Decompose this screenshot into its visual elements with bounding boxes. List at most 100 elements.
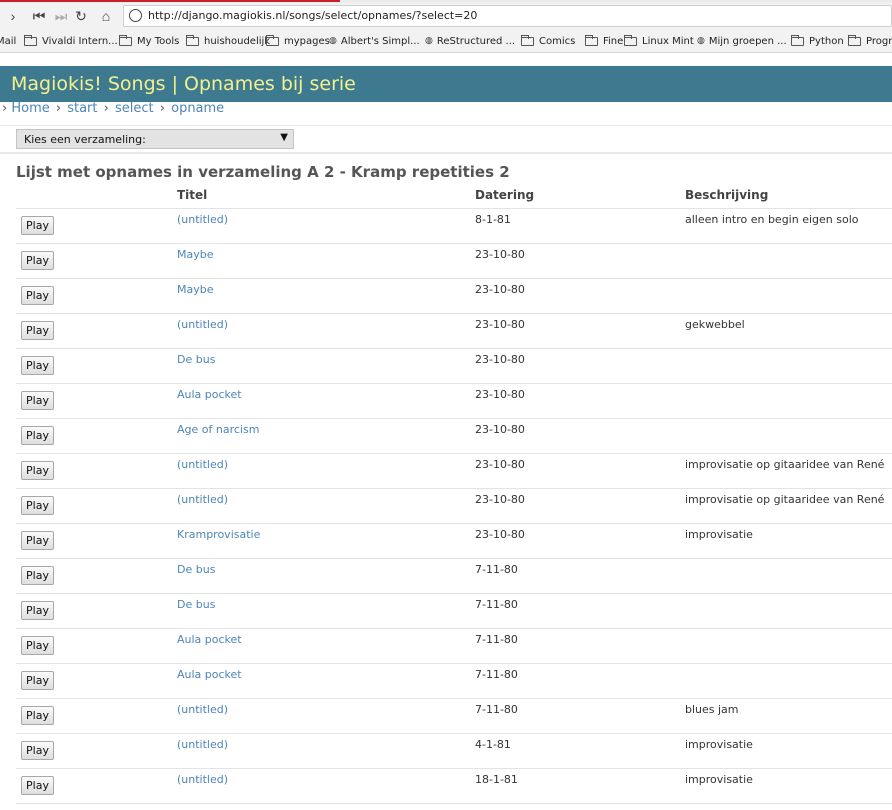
- play-button[interactable]: Play: [21, 741, 54, 760]
- folder-icon: [521, 34, 534, 46]
- play-button[interactable]: Play: [21, 636, 54, 655]
- recording-title-link[interactable]: (untitled): [177, 318, 228, 331]
- recording-title-link[interactable]: (untitled): [177, 458, 228, 471]
- table-row: Play De bus 7-11-80: [16, 558, 892, 593]
- bookmark-label: Mail: [0, 35, 17, 47]
- bookmark-item[interactable]: My Tools: [119, 33, 179, 49]
- recording-date: 23-10-80: [475, 283, 525, 296]
- recording-title-link[interactable]: (untitled): [177, 213, 228, 226]
- table-row: Play Aula pocket 7-11-80: [16, 663, 892, 698]
- play-button[interactable]: Play: [21, 391, 54, 410]
- play-button[interactable]: Play: [21, 566, 54, 585]
- breadcrumb-select-link[interactable]: select: [115, 101, 154, 116]
- play-button[interactable]: Play: [21, 496, 54, 515]
- bookmarks-bar: Mail Vivaldi Intern... My Tools huishoudeli…: [0, 30, 892, 53]
- site-header: Magiokis! Songs | Opnames bij serie: [0, 66, 892, 102]
- play-button[interactable]: Play: [21, 251, 54, 270]
- table-row: Play De bus 7-11-80: [16, 593, 892, 628]
- breadcrumb-start-link[interactable]: start: [67, 101, 97, 116]
- recording-date: 23-10-80: [475, 248, 525, 261]
- breadcrumb-home-link[interactable]: Home: [11, 101, 49, 116]
- recording-date: 7-11-80: [475, 563, 518, 576]
- divider: [0, 125, 892, 126]
- dropdown-arrow-icon: ▼: [280, 132, 288, 143]
- recording-title-link[interactable]: Maybe: [177, 283, 214, 296]
- fast-forward-icon[interactable]: ⏭: [52, 7, 70, 25]
- recording-description: improvisatie op gitaaridee van René: [685, 458, 885, 471]
- recording-title-link[interactable]: (untitled): [177, 493, 228, 506]
- bookmark-item[interactable]: Python: [791, 33, 844, 49]
- table-row: Play Aula pocket 7-11-80: [16, 628, 892, 663]
- recording-title-link[interactable]: (untitled): [177, 773, 228, 786]
- recording-date: 4-1-81: [475, 738, 511, 751]
- breadcrumb-separator: ›: [159, 101, 165, 116]
- play-button[interactable]: Play: [21, 531, 54, 550]
- bookmark-label: Fine: [603, 35, 624, 47]
- recording-title-link[interactable]: Aula pocket: [177, 633, 242, 646]
- forward-icon[interactable]: ›: [4, 7, 22, 25]
- recording-title-link[interactable]: Aula pocket: [177, 388, 242, 401]
- breadcrumb-opname-link[interactable]: opname: [171, 101, 224, 116]
- folder-icon: [791, 34, 804, 46]
- table-row: Play (untitled) 8-1-81 alleen intro en begi…: [16, 208, 892, 243]
- recording-date: 23-10-80: [475, 423, 525, 436]
- bookmark-item[interactable]: Comics: [521, 33, 575, 49]
- bookmark-item[interactable]: Vivaldi Intern...: [24, 33, 118, 49]
- recording-title-link[interactable]: Aula pocket: [177, 668, 242, 681]
- recording-date: 23-10-80: [475, 353, 525, 366]
- recording-description: improvisatie op gitaaridee van René: [685, 493, 885, 506]
- recording-title-link[interactable]: Maybe: [177, 248, 214, 261]
- table-row: Play Kramprovisatie 23-10-80 improvisatie: [16, 523, 892, 558]
- collection-select[interactable]: Kies een verzameling: ▼: [16, 129, 294, 149]
- site-info-icon[interactable]: [129, 9, 142, 22]
- bookmark-item[interactable]: ◍ Albert's Simpl...: [329, 33, 420, 49]
- bookmark-item[interactable]: Progra: [848, 33, 892, 49]
- browser-toolbar: › ⏮ ⏭ ↻ ⌂ http://django.magiokis.nl/song…: [0, 3, 892, 30]
- recording-title-link[interactable]: Kramprovisatie: [177, 528, 260, 541]
- play-button[interactable]: Play: [21, 321, 54, 340]
- play-button[interactable]: Play: [21, 426, 54, 445]
- bookmark-item[interactable]: Fine: [585, 33, 623, 49]
- active-tab-indicator: [0, 0, 340, 2]
- recording-title-link[interactable]: De bus: [177, 598, 215, 611]
- play-button[interactable]: Play: [21, 286, 54, 305]
- play-button[interactable]: Play: [21, 356, 54, 375]
- recording-date: 23-10-80: [475, 318, 525, 331]
- play-button[interactable]: Play: [21, 671, 54, 690]
- recording-title-link[interactable]: (untitled): [177, 738, 228, 751]
- recording-description: improvisatie: [685, 738, 753, 751]
- reload-icon[interactable]: ↻: [72, 7, 90, 25]
- bookmark-item[interactable]: ◍ Mijn groepen ...: [697, 33, 787, 49]
- rewind-icon[interactable]: ⏮: [30, 7, 48, 25]
- home-icon[interactable]: ⌂: [97, 7, 115, 25]
- folder-icon: [119, 34, 132, 46]
- address-bar[interactable]: http://django.magiokis.nl/songs/select/o…: [123, 5, 892, 27]
- play-button[interactable]: Play: [21, 706, 54, 725]
- folder-icon: [266, 34, 279, 46]
- play-button[interactable]: Play: [21, 216, 54, 235]
- breadcrumb: › Home › start › select › opname: [2, 101, 224, 116]
- recording-title-link[interactable]: Age of narcism: [177, 423, 259, 436]
- recording-title-link[interactable]: (untitled): [177, 703, 228, 716]
- recording-date: 7-11-80: [475, 668, 518, 681]
- play-button[interactable]: Play: [21, 776, 54, 795]
- bookmark-item[interactable]: ◍ ReStructured ...: [425, 33, 515, 49]
- bookmark-label: Progra: [866, 35, 892, 47]
- play-button[interactable]: Play: [21, 601, 54, 620]
- bookmark-label: Vivaldi Intern...: [42, 35, 118, 47]
- play-button[interactable]: Play: [21, 461, 54, 480]
- recording-date: 23-10-80: [475, 528, 525, 541]
- bookmark-item[interactable]: huishoudelijk: [186, 33, 270, 49]
- bookmark-label: ReStructured ...: [436, 35, 516, 47]
- recording-title-link[interactable]: De bus: [177, 353, 215, 366]
- list-heading: Lijst met opnames in verzameling A 2 - K…: [16, 163, 510, 181]
- bookmark-item[interactable]: Linux Mint: [624, 33, 694, 49]
- collection-select-label: Kies een verzameling:: [24, 133, 146, 146]
- bookmark-label: Python: [809, 35, 844, 47]
- table-row: Play (untitled) 23-10-80 improvisatie op gi…: [16, 488, 892, 523]
- bookmark-item[interactable]: Mail: [0, 33, 16, 49]
- address-url[interactable]: http://django.magiokis.nl/songs/select/o…: [148, 9, 477, 22]
- bookmark-item[interactable]: mypages: [266, 33, 330, 49]
- recording-title-link[interactable]: De bus: [177, 563, 215, 576]
- site-title: Magiokis! Songs | Opnames bij serie: [11, 73, 356, 95]
